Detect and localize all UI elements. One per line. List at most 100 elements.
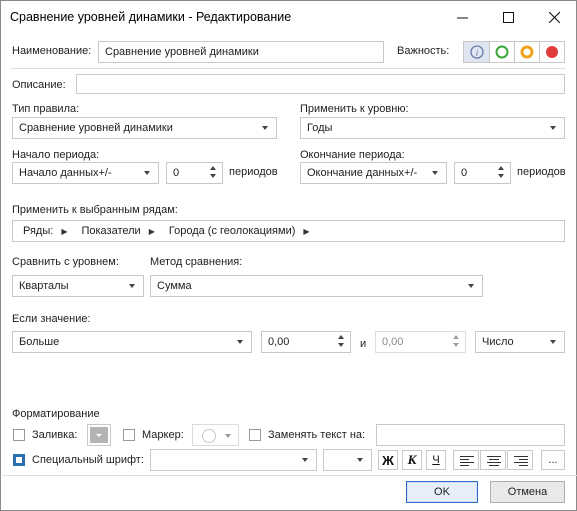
method-value: Сумма (157, 280, 192, 292)
marker-label: Маркер: (142, 429, 184, 441)
svg-text:i: i (476, 48, 479, 58)
importance-high-button[interactable] (540, 42, 564, 62)
chevron-down-icon (129, 284, 135, 288)
period-end-value: Окончание данных+/- (307, 167, 418, 179)
minimize-icon (456, 17, 468, 18)
chevron-down-icon (550, 126, 556, 130)
period-end-select[interactable]: Окончание данных+/- (300, 162, 447, 184)
period-start-select[interactable]: Начало данных+/- (12, 162, 159, 184)
condition-value1: 0,00 (268, 336, 290, 348)
importance-group: i (463, 41, 565, 63)
arrow-up-icon[interactable] (498, 166, 504, 170)
chevron-down-icon (262, 126, 268, 130)
condition-operator-select[interactable]: Больше (12, 331, 252, 353)
compare-select[interactable]: Кварталы (12, 275, 144, 297)
condition-kind-value: Число (482, 336, 514, 348)
minimize-button[interactable] (439, 1, 485, 33)
description-label: Описание: (12, 79, 66, 91)
align-right-button[interactable] (507, 450, 533, 470)
fill-checkbox[interactable] (13, 429, 25, 441)
apply-level-value: Годы (307, 122, 333, 134)
maximize-icon (502, 11, 514, 23)
rule-type-select[interactable]: Сравнение уровней динамики (12, 117, 277, 139)
apply-level-select[interactable]: Годы (300, 117, 565, 139)
importance-low-button[interactable] (490, 42, 515, 62)
condition-kind-select[interactable]: Число (475, 331, 565, 353)
rule-type-value: Сравнение уровней динамики (19, 122, 173, 134)
condition-value2-stepper[interactable]: 0,00 (375, 331, 466, 353)
period-start-stepper[interactable]: 0 (166, 162, 223, 184)
replace-text-checkbox[interactable] (249, 429, 261, 441)
method-select[interactable]: Сумма (150, 275, 483, 297)
condition-value2: 0,00 (382, 336, 404, 348)
crumb-indicators[interactable]: Показатели (81, 225, 140, 237)
period-start-unit: периодов (229, 166, 278, 178)
marker-picker[interactable] (192, 424, 239, 446)
align-left-button[interactable] (453, 450, 479, 470)
compare-label: Сравнить с уровнем: (12, 256, 119, 268)
chevron-down-icon (302, 458, 308, 462)
rows-breadcrumb[interactable]: Ряды: ▶ Показатели ▶ Города (с геолокациям… (12, 220, 565, 242)
green-circle-icon (495, 45, 509, 59)
apply-level-label: Применить к уровню: (300, 103, 409, 115)
apply-rows-label: Применить к выбранным рядам: (12, 204, 178, 216)
period-end-label: Окончание периода: (300, 149, 405, 161)
font-size-select[interactable] (323, 449, 372, 471)
arrow-up-icon[interactable] (210, 166, 216, 170)
arrow-down-icon[interactable] (210, 174, 216, 178)
chevron-right-icon: ▶ (148, 226, 155, 236)
arrow-down-icon[interactable] (338, 343, 344, 347)
condition-value1-stepper[interactable]: 0,00 (261, 331, 351, 353)
period-start-count: 0 (173, 167, 180, 179)
chevron-down-icon (357, 458, 363, 462)
close-icon (548, 11, 560, 23)
condition-label: Если значение: (12, 313, 91, 325)
cancel-button[interactable]: Отмена (490, 481, 565, 503)
ok-button[interactable]: OK (406, 481, 478, 503)
chevron-right-icon: ▶ (303, 226, 310, 236)
condition-operator-value: Больше (19, 336, 60, 348)
importance-info-button[interactable]: i (464, 42, 490, 62)
chevron-down-icon (432, 171, 438, 175)
dialog-window: Сравнение уровней динамики - Редактирова… (0, 0, 577, 511)
window-title: Сравнение уровней динамики - Редактирова… (10, 10, 292, 24)
importance-label: Важность: (397, 45, 450, 57)
replace-text-label: Заменять текст на: (268, 429, 366, 441)
more-options-button[interactable]: ... (541, 450, 565, 470)
bold-button[interactable]: Ж (378, 450, 398, 470)
chevron-down-icon (468, 284, 474, 288)
font-family-select[interactable] (150, 449, 317, 471)
compare-value: Кварталы (19, 280, 69, 292)
crumb-cities[interactable]: Города (с геолокациями) (169, 225, 296, 237)
align-center-button[interactable] (480, 450, 506, 470)
chevron-down-icon (237, 340, 243, 344)
period-end-unit: периодов (517, 166, 566, 178)
period-end-stepper[interactable]: 0 (454, 162, 511, 184)
arrow-down-icon[interactable] (498, 174, 504, 178)
method-label: Метод сравнения: (150, 256, 243, 268)
crumb-rows[interactable]: Ряды: (23, 225, 53, 237)
orange-circle-icon (520, 45, 534, 59)
formatting-label: Форматирование (12, 408, 100, 420)
italic-button[interactable]: К (402, 450, 422, 470)
name-input[interactable]: Сравнение уровней динамики (98, 41, 384, 63)
divider (11, 68, 566, 69)
arrow-down-icon (453, 343, 459, 347)
chevron-down-icon (550, 340, 556, 344)
divider (2, 475, 577, 476)
fill-label: Заливка: (32, 429, 78, 441)
replace-text-input[interactable] (376, 424, 565, 446)
name-label: Наименование: (12, 45, 92, 57)
special-font-checkbox[interactable] (13, 454, 25, 466)
period-end-count: 0 (461, 167, 468, 179)
fill-color-picker[interactable] (87, 424, 111, 446)
maximize-button[interactable] (485, 1, 531, 33)
period-start-value: Начало данных+/- (19, 167, 112, 179)
arrow-up-icon[interactable] (338, 335, 344, 339)
underline-button[interactable]: Ч (426, 450, 446, 470)
period-start-label: Начало периода: (12, 149, 100, 161)
close-button[interactable] (531, 1, 577, 33)
marker-checkbox[interactable] (123, 429, 135, 441)
description-input[interactable] (76, 74, 565, 94)
importance-medium-button[interactable] (515, 42, 540, 62)
